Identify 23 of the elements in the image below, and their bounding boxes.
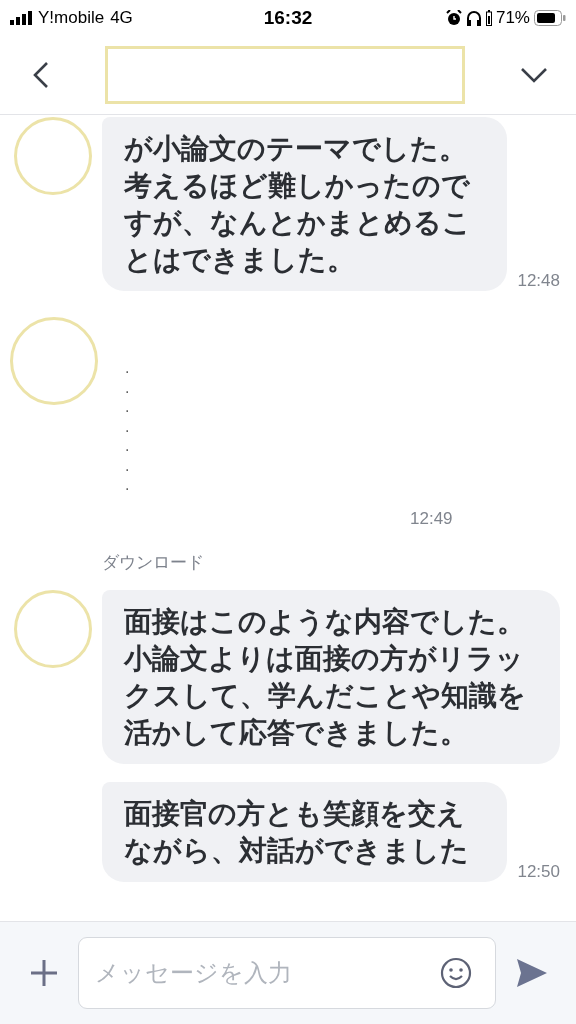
charging-indicator-icon (485, 10, 492, 26)
signal-icon (10, 11, 32, 25)
message-input-field[interactable]: メッセージを入力 (78, 937, 496, 1009)
chevron-down-icon[interactable] (520, 66, 548, 84)
clock-time: 16:32 (263, 7, 313, 29)
back-icon[interactable] (32, 61, 50, 89)
message-time: 12:50 (517, 862, 560, 882)
headphones-icon (465, 10, 482, 26)
message-bubble: が小論文のテーマでした。考えるほど難しかったのですが、なんとかまとめることはできました。 (102, 117, 508, 291)
network-type: 4G (110, 8, 133, 28)
notice-text: ダウンロード (102, 551, 204, 574)
message-time: 12:48 (517, 271, 560, 291)
plus-icon[interactable] (30, 959, 58, 987)
message-time: 12:49 (410, 509, 453, 529)
battery-percentage: 71% (495, 8, 530, 28)
smiley-icon[interactable] (440, 957, 472, 989)
alarm-clock-icon (445, 10, 462, 26)
send-icon[interactable] (516, 958, 548, 988)
carrier-name: Y!mobile (38, 8, 105, 28)
message-bubble: 面接官の方とも笑顔を交えながら、対話ができました (102, 782, 508, 882)
message-bubble: 面接はこのような内容でした。小論文よりは面接の方がリラックスして、学んだことや知識を活かして応答できました。 (102, 590, 560, 764)
battery-icon (534, 10, 566, 26)
dotted-message-text: . . . . . . . (125, 359, 131, 495)
